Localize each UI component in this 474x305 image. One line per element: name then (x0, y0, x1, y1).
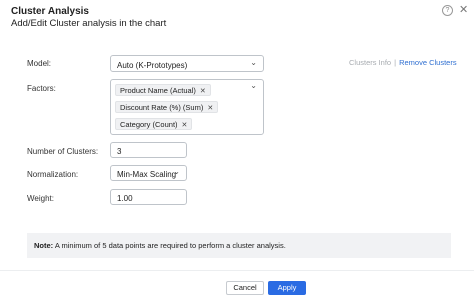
weight-value: 1.00 (117, 194, 133, 203)
weight-label: Weight: (27, 194, 54, 203)
dialog-subtitle: Add/Edit Cluster analysis in the chart (11, 18, 167, 29)
note-text: A minimum of 5 data points are required … (53, 241, 286, 250)
chevron-down-icon: ⌄ (173, 167, 180, 176)
clusters-info-link[interactable]: Clusters Info (349, 58, 391, 67)
footer-divider (0, 270, 474, 271)
close-icon[interactable]: ✕ (459, 3, 468, 16)
apply-button[interactable]: Apply (268, 281, 306, 295)
note-prefix: Note: (34, 241, 54, 250)
help-icon[interactable]: ? (442, 5, 453, 16)
dialog-title: Cluster Analysis (11, 6, 89, 17)
note-banner: Note: A minimum of 5 data points are req… (27, 233, 451, 258)
normalization-select[interactable]: Min-Max Scaling ⌄ (110, 165, 187, 181)
model-select[interactable]: Auto (K-Prototypes) ⌄ (110, 55, 264, 72)
factor-chip-label: Product Name (Actual) (120, 86, 196, 95)
factor-chip: Product Name (Actual) ✕ (115, 84, 211, 96)
chevron-down-icon: ⌄ (250, 81, 257, 90)
model-label: Model: (27, 59, 52, 68)
normalization-select-value: Min-Max Scaling (117, 170, 177, 179)
num-clusters-label: Number of Clusters: (27, 147, 99, 156)
factors-label: Factors: (27, 84, 56, 93)
factor-chip-label: Discount Rate (%) (Sum) (120, 103, 204, 112)
close-icon[interactable]: ✕ (200, 88, 206, 95)
chevron-down-icon: ⌄ (250, 58, 257, 67)
factor-chip: Discount Rate (%) (Sum) ✕ (115, 101, 219, 113)
weight-input[interactable]: 1.00 (110, 189, 187, 205)
cancel-button[interactable]: Cancel (226, 281, 264, 295)
close-icon[interactable]: ✕ (207, 105, 213, 112)
num-clusters-input[interactable]: 3 (110, 142, 187, 158)
factor-chip: Category (Count) ✕ (115, 118, 193, 130)
normalization-label: Normalization: (27, 170, 79, 179)
model-select-value: Auto (K-Prototypes) (117, 61, 188, 70)
cluster-links: Clusters Info | Remove Clusters (349, 58, 457, 67)
remove-clusters-link[interactable]: Remove Clusters (399, 58, 457, 67)
factor-chip-label: Category (Count) (120, 120, 178, 129)
close-icon[interactable]: ✕ (182, 122, 188, 129)
num-clusters-value: 3 (117, 147, 122, 156)
link-separator: | (394, 58, 397, 67)
cluster-analysis-dialog: Cluster Analysis Add/Edit Cluster analys… (0, 0, 474, 305)
